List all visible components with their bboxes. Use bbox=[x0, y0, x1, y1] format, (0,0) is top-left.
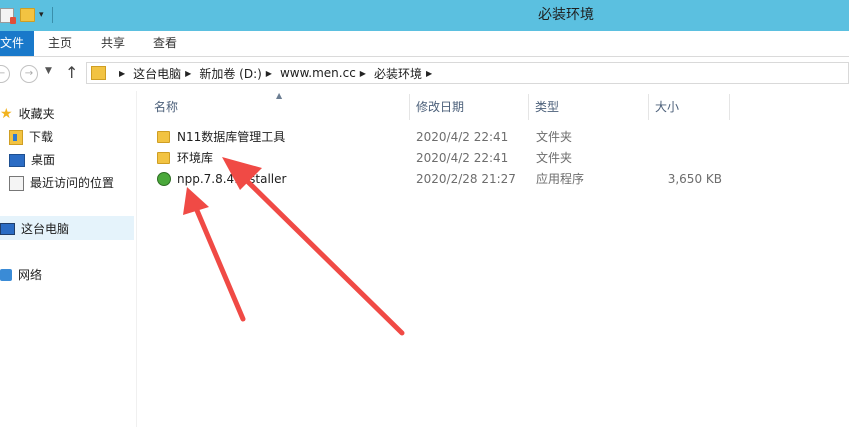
address-bar[interactable]: ▶ 这台电脑 ▶ 新加卷 (D:) ▶ www.men.cc ▶ 必装环境 ▶ bbox=[86, 62, 849, 84]
recent-places-icon bbox=[9, 175, 24, 191]
column-header-name[interactable]: 名称 bbox=[137, 94, 410, 120]
tab-view[interactable]: 查看 bbox=[153, 31, 177, 56]
column-header-size[interactable]: 大小 bbox=[649, 94, 730, 120]
file-row[interactable]: 环境库 2020/4/2 22:41 文件夹 bbox=[137, 148, 730, 169]
file-name: N11数据库管理工具 bbox=[177, 130, 286, 144]
nav-item-label: 网络 bbox=[18, 268, 43, 282]
folder-icon bbox=[91, 66, 106, 80]
window-title: 必装环境 bbox=[538, 7, 594, 23]
nav-item-downloads[interactable]: 下载 bbox=[9, 126, 53, 148]
file-name: npp.7.8.4.Installer bbox=[177, 172, 287, 186]
breadcrumb-site-folder[interactable]: www.men.cc bbox=[280, 66, 356, 80]
up-arrow-icon[interactable]: ↑ bbox=[65, 63, 78, 82]
back-button[interactable]: ← bbox=[0, 65, 10, 83]
nav-item-label: 桌面 bbox=[31, 153, 56, 167]
computer-icon bbox=[0, 223, 15, 235]
desktop-icon bbox=[9, 153, 25, 167]
nav-item-label: 收藏夹 bbox=[18, 107, 55, 121]
breadcrumb-chevron-icon[interactable]: ▶ bbox=[426, 69, 432, 78]
tab-home[interactable]: 主页 bbox=[48, 31, 72, 56]
nav-item-network[interactable]: 网络 bbox=[0, 264, 42, 286]
breadcrumb-chevron-icon[interactable]: ▶ bbox=[266, 69, 272, 78]
star-icon: ★ bbox=[0, 106, 13, 122]
breadcrumb-chevron-icon[interactable]: ▶ bbox=[119, 69, 125, 78]
file-date: 2020/4/2 22:41 bbox=[416, 130, 509, 144]
folder-icon bbox=[157, 152, 170, 164]
breadcrumb-chevron-icon[interactable]: ▶ bbox=[185, 69, 191, 78]
file-date: 2020/4/2 22:41 bbox=[416, 151, 509, 165]
notepadpp-app-icon bbox=[157, 172, 171, 186]
ribbon-tabs: 文件 主页 共享 查看 bbox=[0, 31, 849, 57]
breadcrumb-current-folder[interactable]: 必装环境 bbox=[374, 65, 422, 82]
navigation-pane: ★ 收藏夹 下载 桌面 最近访问的位置 这台电脑 网络 bbox=[0, 91, 137, 427]
nav-item-label: 最近访问的位置 bbox=[30, 176, 115, 190]
nav-item-label: 这台电脑 bbox=[21, 222, 70, 236]
file-row[interactable]: npp.7.8.4.Installer 2020/2/28 21:27 应用程序… bbox=[137, 169, 730, 190]
folder-icon bbox=[157, 131, 170, 143]
downloads-folder-icon bbox=[9, 129, 23, 145]
file-type: 文件夹 bbox=[536, 130, 573, 144]
nav-item-favorites[interactable]: ★ 收藏夹 bbox=[0, 103, 55, 125]
file-date: 2020/2/28 21:27 bbox=[416, 172, 516, 186]
file-type: 文件夹 bbox=[536, 151, 573, 165]
file-size: 3,650 KB bbox=[667, 172, 722, 186]
nav-item-this-pc[interactable]: 这台电脑 bbox=[0, 218, 69, 240]
breadcrumb-drive-d[interactable]: 新加卷 (D:) bbox=[199, 65, 261, 82]
nav-item-label: 下载 bbox=[29, 130, 54, 144]
tab-share[interactable]: 共享 bbox=[101, 31, 125, 56]
navigation-bar: ← → ▼ ↑ ▶ 这台电脑 ▶ 新加卷 (D:) ▶ www.men.cc ▶… bbox=[0, 57, 849, 90]
column-header-type[interactable]: 类型 bbox=[529, 94, 649, 120]
tab-file[interactable]: 文件 bbox=[0, 31, 34, 56]
file-name: 环境库 bbox=[177, 151, 214, 165]
annotation-arrow-to-installer bbox=[183, 187, 246, 322]
breadcrumb-this-pc[interactable]: 这台电脑 bbox=[133, 65, 181, 82]
network-icon bbox=[0, 269, 12, 281]
title-bar: ▾ 必装环境 bbox=[0, 0, 849, 31]
breadcrumb-chevron-icon[interactable]: ▶ bbox=[360, 69, 366, 78]
nav-item-recent-places[interactable]: 最近访问的位置 bbox=[9, 172, 114, 194]
file-type: 应用程序 bbox=[536, 172, 585, 186]
column-header-date-modified[interactable]: 修改日期 bbox=[410, 94, 529, 120]
forward-button[interactable]: → bbox=[20, 65, 38, 83]
recent-locations-dropdown-icon[interactable]: ▼ bbox=[45, 66, 52, 76]
file-row[interactable]: N11数据库管理工具 2020/4/2 22:41 文件夹 bbox=[137, 127, 730, 148]
nav-item-desktop[interactable]: 桌面 bbox=[9, 149, 55, 171]
